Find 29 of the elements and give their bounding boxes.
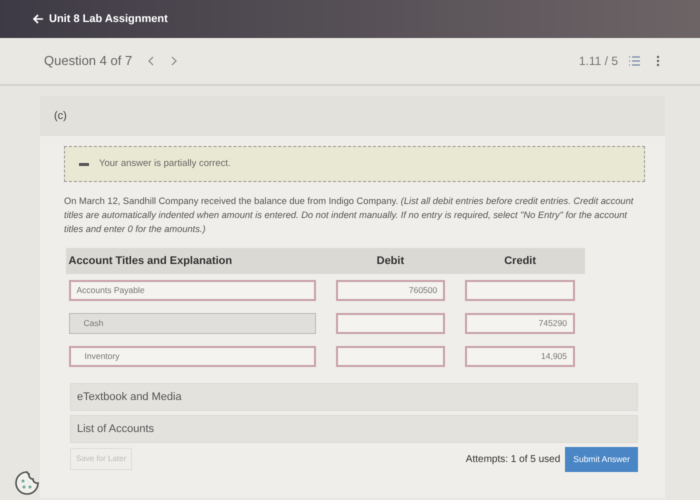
list-icon[interactable]: [628, 55, 641, 67]
next-icon[interactable]: [170, 56, 178, 66]
credit-field[interactable]: 14,905: [465, 346, 575, 367]
debit-field[interactable]: [336, 313, 446, 334]
column-header: Account Titles and Explanation: [68, 254, 234, 269]
assignment-title: Unit 8 Lab Assignment: [49, 12, 168, 27]
score-text: 1.11 / 5: [578, 53, 618, 70]
partial-icon: [79, 162, 89, 166]
credit-field[interactable]: [465, 280, 575, 301]
more-icon[interactable]: [656, 55, 660, 67]
debit-field[interactable]: [336, 346, 446, 367]
question-counter: Question 4 of 7: [44, 52, 132, 70]
cookie-icon[interactable]: [14, 470, 40, 496]
credit-field[interactable]: 745290: [465, 313, 575, 334]
column-header: Debit: [376, 254, 406, 269]
account-field[interactable]: Inventory: [68, 346, 316, 367]
resource-link[interactable]: List of Accounts: [70, 415, 638, 443]
feedback-message: Your answer is partially correct.: [99, 156, 231, 171]
previous-icon[interactable]: [147, 56, 156, 66]
attempts-text: Attempts: 1 of 5 used: [466, 452, 560, 467]
account-field[interactable]: Cash: [68, 313, 316, 334]
account-field[interactable]: Accounts Payable: [68, 280, 316, 301]
debit-field[interactable]: 760500: [336, 280, 446, 301]
resource-link[interactable]: eTextbook and Media: [70, 383, 638, 411]
column-header: Credit: [503, 254, 538, 269]
question-text: On March 12, Sandhill Company received the balance due from Indigo Company. (List all debit entries before credit entries. Credit account titles are automatically indented when amount is entered. Do not indent manually. If no entry is required, select "No Entry" for the account titles and enter 0 for the amounts.): [64, 195, 635, 236]
part-label: (c): [54, 108, 67, 124]
submit-answer-button[interactable]: Submit Answer: [565, 447, 638, 472]
back-arrow-icon[interactable]: [32, 13, 44, 25]
